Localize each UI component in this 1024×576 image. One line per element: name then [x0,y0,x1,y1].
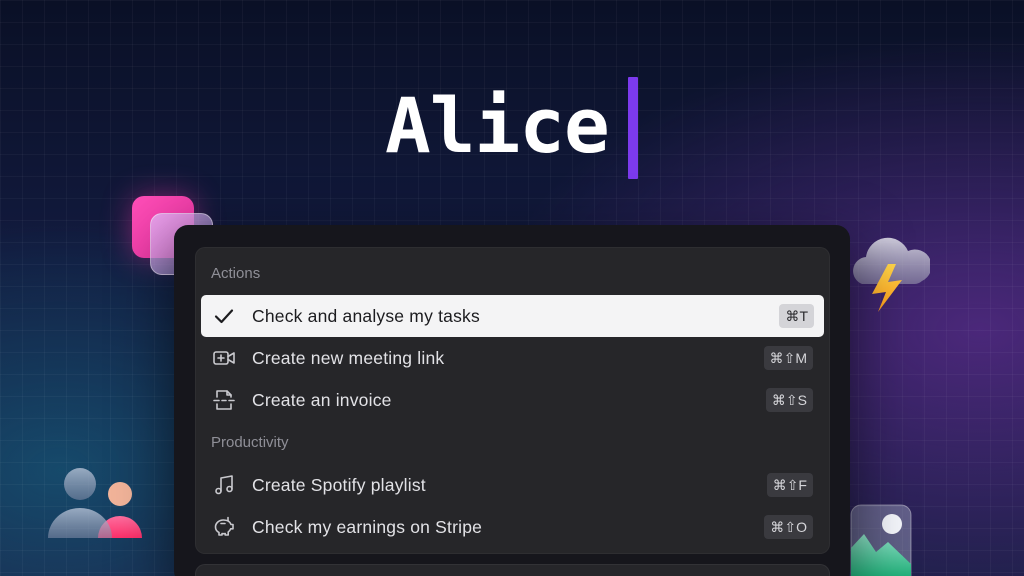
command-create-spotify-playlist[interactable]: Create Spotify playlist ⌘⇧F [201,464,824,506]
command-label: Check and analyse my tasks [252,305,480,326]
shortcut-badge: ⌘⇧O [764,515,813,539]
image-gallery-icon [850,504,912,576]
command-check-tasks[interactable]: Check and analyse my tasks ⌘T [201,295,824,337]
command-label: Check my earnings on Stripe [252,516,483,537]
hero-title: Alice [385,81,610,170]
document-scan-icon [212,388,236,412]
shortcut-badge: ⌘⇧F [766,473,813,497]
users-icon [46,466,150,542]
shortcut-badge: ⌘⇧S [765,388,813,412]
shortcut-badge: ⌘⇧M [763,346,813,370]
command-label: Create Spotify playlist [252,474,426,495]
video-plus-icon [212,346,236,370]
checkmark-icon [212,304,236,328]
command-label: Create new meeting link [252,347,445,368]
music-note-icon [212,473,236,497]
section-label-productivity: Productivity [211,434,289,451]
palette-input-bar[interactable] [195,564,830,576]
shortcut-badge: ⌘T [779,304,814,328]
command-create-meeting-link[interactable]: Create new meeting link ⌘⇧M [201,337,824,379]
text-cursor [628,77,638,179]
command-label: Create an invoice [252,389,392,410]
piggy-bank-icon [212,515,236,539]
storm-cloud-icon [848,228,930,316]
section-label-actions: Actions [211,265,261,282]
command-check-stripe-earnings[interactable]: Check my earnings on Stripe ⌘⇧O [201,506,824,548]
command-create-invoice[interactable]: Create an invoice ⌘⇧S [201,379,824,421]
